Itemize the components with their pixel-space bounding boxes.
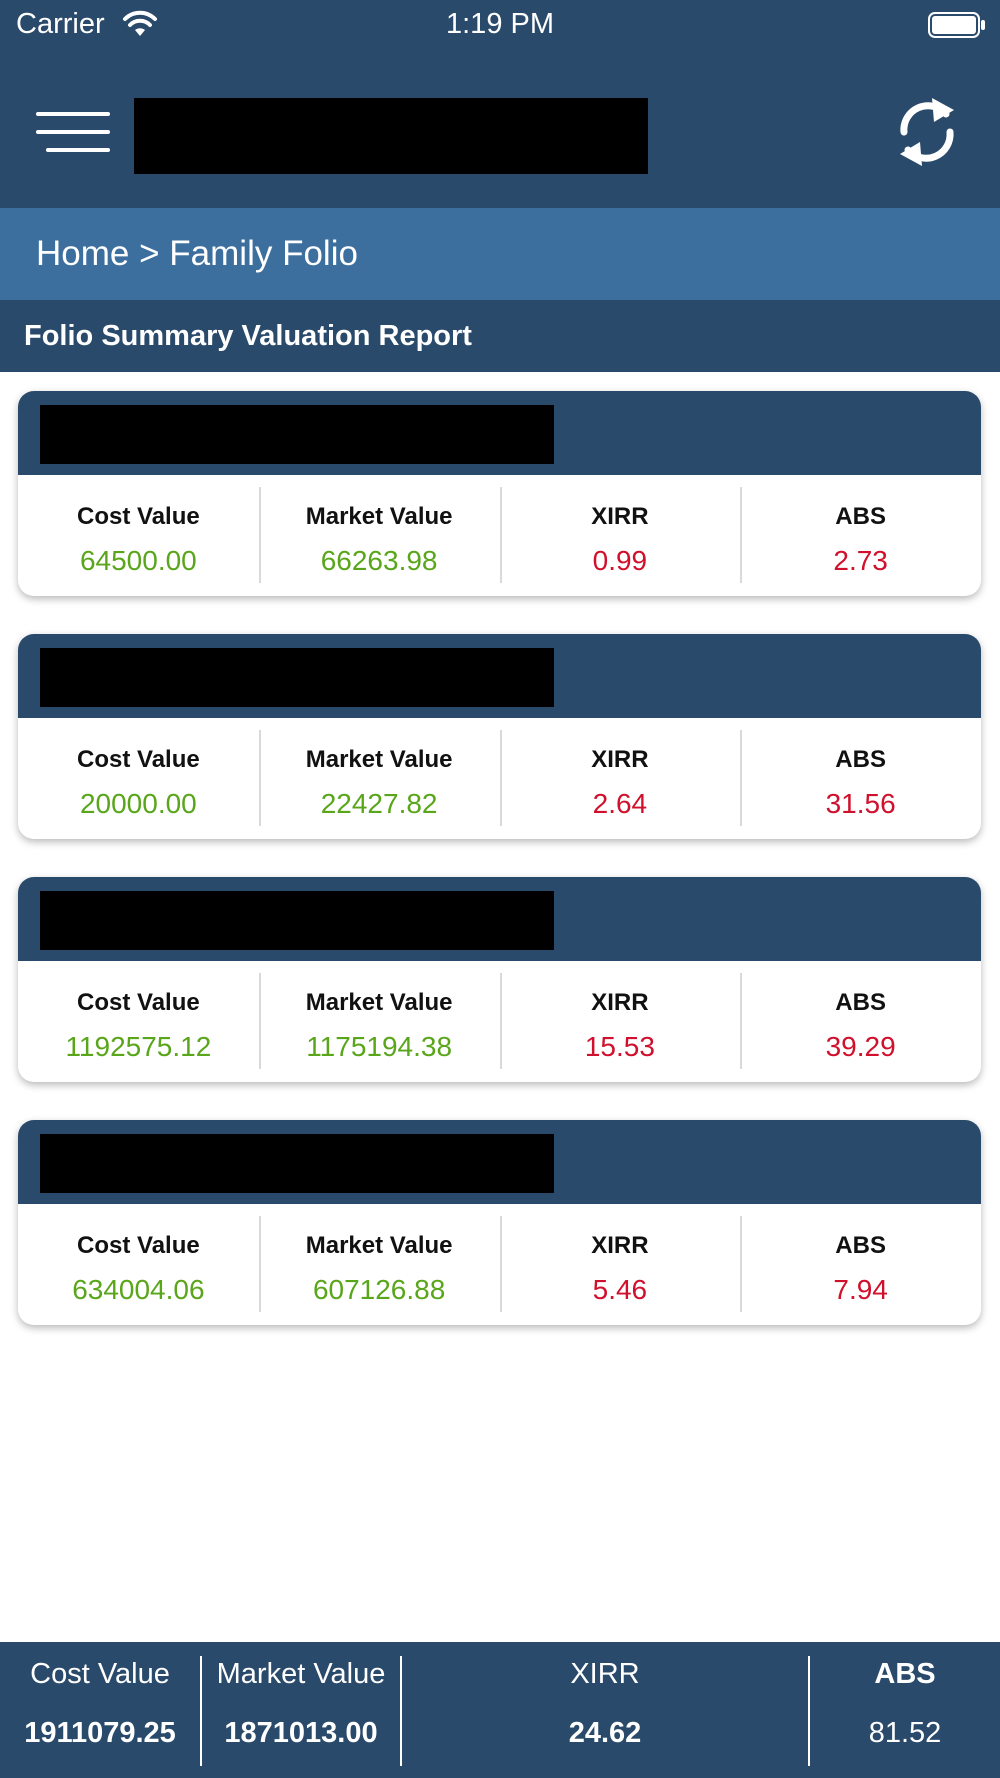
- cost-value-cell: Cost Value 64500.00: [18, 475, 259, 596]
- cost-value: 634004.06: [72, 1274, 205, 1305]
- breadcrumb-separator: >: [139, 234, 160, 273]
- total-market-label: Market Value: [216, 1658, 386, 1690]
- abs-cell: ABS 7.94: [740, 1204, 981, 1325]
- folio-card-header: [18, 634, 981, 718]
- totals-footer: Cost Value 1911079.25 Market Value 18710…: [0, 1642, 1000, 1778]
- market-value-cell: Market Value 1175194.38: [258, 961, 500, 1082]
- cost-value: 1192575.12: [65, 1031, 212, 1062]
- total-abs-label: ABS: [874, 1658, 936, 1690]
- total-xirr-value: 24.62: [568, 1717, 642, 1749]
- total-cost-value: 1911079.25: [24, 1717, 176, 1749]
- market-value: 66263.98: [320, 545, 438, 576]
- cost-value-label: Cost Value: [77, 503, 200, 530]
- cost-value-cell: Cost Value 1192575.12: [18, 961, 259, 1082]
- market-value-label: Market Value: [305, 503, 453, 530]
- market-value-label: Market Value: [305, 746, 453, 773]
- folio-card-header: [18, 1120, 981, 1204]
- cost-value-label: Cost Value: [77, 989, 200, 1016]
- market-value: 22427.82: [320, 788, 438, 819]
- folio-card[interactable]: Cost Value 64500.00 Market Value 66263.9…: [18, 391, 981, 596]
- abs-label: ABS: [835, 1232, 886, 1259]
- total-cost-label: Cost Value: [30, 1658, 170, 1690]
- folio-name-redacted: [40, 648, 554, 707]
- folio-card[interactable]: Cost Value 20000.00 Market Value 22427.8…: [18, 634, 981, 839]
- folio-card-header: [18, 877, 981, 961]
- total-xirr-column: XIRR 24.62: [402, 1642, 808, 1778]
- total-market-value: 1871013.00: [224, 1717, 378, 1749]
- refresh-icon[interactable]: [896, 92, 958, 172]
- folio-card-metrics: Cost Value 1192575.12 Market Value 11751…: [18, 961, 981, 1082]
- clock: 1:19 PM: [446, 8, 554, 40]
- folio-card-header: [18, 391, 981, 475]
- app-title-redacted: [134, 98, 648, 174]
- folio-card[interactable]: Cost Value 1192575.12 Market Value 11751…: [18, 877, 981, 1082]
- cost-value-label: Cost Value: [77, 746, 200, 773]
- folio-name-redacted: [40, 405, 554, 464]
- abs-value: 39.29: [825, 1031, 896, 1062]
- total-abs-column: ABS 81.52: [810, 1642, 1000, 1778]
- xirr-cell: XIRR 0.99: [499, 475, 741, 596]
- market-value-label: Market Value: [305, 1232, 453, 1259]
- abs-label: ABS: [835, 989, 886, 1016]
- abs-cell: ABS 31.56: [740, 718, 981, 839]
- xirr-cell: XIRR 2.64: [499, 718, 741, 839]
- abs-label: ABS: [835, 503, 886, 530]
- xirr-cell: XIRR 15.53: [499, 961, 741, 1082]
- cost-value-cell: Cost Value 20000.00: [18, 718, 259, 839]
- xirr-label: XIRR: [591, 989, 649, 1016]
- abs-value: 7.94: [833, 1274, 888, 1305]
- cost-value-cell: Cost Value 634004.06: [18, 1204, 259, 1325]
- abs-cell: ABS 39.29: [740, 961, 981, 1082]
- abs-cell: ABS 2.73: [740, 475, 981, 596]
- abs-label: ABS: [835, 746, 886, 773]
- xirr-label: XIRR: [591, 1232, 649, 1259]
- market-value: 1175194.38: [306, 1031, 453, 1062]
- xirr-value: 0.99: [592, 545, 648, 576]
- market-value-cell: Market Value 66263.98: [258, 475, 500, 596]
- xirr-cell: XIRR 5.46: [499, 1204, 741, 1325]
- folio-name-redacted: [40, 891, 554, 950]
- battery-icon: [928, 12, 985, 38]
- folio-card[interactable]: Cost Value 634004.06 Market Value 607126…: [18, 1120, 981, 1325]
- market-value-cell: Market Value 607126.88: [258, 1204, 500, 1325]
- xirr-label: XIRR: [591, 746, 649, 773]
- xirr-value: 2.64: [592, 788, 648, 819]
- hamburger-menu-icon[interactable]: [36, 112, 110, 152]
- folio-card-metrics: Cost Value 64500.00 Market Value 66263.9…: [18, 475, 981, 596]
- market-value-label: Market Value: [305, 989, 453, 1016]
- cost-value-label: Cost Value: [77, 1232, 200, 1259]
- page-title: Folio Summary Valuation Report: [0, 300, 1000, 372]
- total-cost-column: Cost Value 1911079.25: [0, 1642, 200, 1778]
- status-bar: Carrier 1:19 PM: [0, 0, 1000, 48]
- abs-value: 2.73: [833, 545, 888, 576]
- total-xirr-label: XIRR: [570, 1658, 640, 1690]
- total-market-column: Market Value 1871013.00: [202, 1642, 400, 1778]
- folio-card-metrics: Cost Value 634004.06 Market Value 607126…: [18, 1204, 981, 1325]
- cost-value: 20000.00: [79, 788, 197, 819]
- folio-name-redacted: [40, 1134, 554, 1193]
- market-value-cell: Market Value 22427.82: [258, 718, 500, 839]
- breadcrumb-home-link[interactable]: Home: [36, 234, 129, 273]
- abs-value: 31.56: [825, 788, 896, 819]
- xirr-label: XIRR: [591, 503, 649, 530]
- app-bar: [0, 48, 1000, 208]
- breadcrumb: Home > Family Folio: [0, 208, 1000, 300]
- market-value: 607126.88: [312, 1274, 446, 1305]
- total-abs-value: 81.52: [868, 1717, 942, 1749]
- cost-value: 64500.00: [79, 545, 197, 576]
- xirr-value: 15.53: [584, 1031, 655, 1062]
- folio-card-metrics: Cost Value 20000.00 Market Value 22427.8…: [18, 718, 981, 839]
- xirr-value: 5.46: [592, 1274, 648, 1305]
- breadcrumb-current: Family Folio: [169, 234, 358, 273]
